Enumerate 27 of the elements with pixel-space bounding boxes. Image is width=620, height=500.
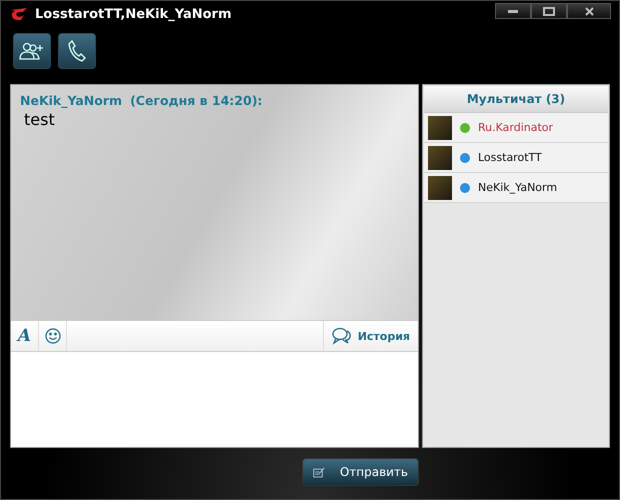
smiley-icon	[44, 328, 60, 344]
minimize-button[interactable]	[495, 3, 531, 19]
close-button[interactable]	[567, 3, 611, 19]
avatar-placeholder	[428, 176, 452, 200]
send-button[interactable]: Отправить	[302, 458, 419, 486]
avatar-placeholder	[428, 146, 452, 170]
member-name[interactable]: Ru.Kardinator	[478, 121, 554, 134]
maximize-button[interactable]	[531, 3, 567, 19]
font-button[interactable]: A	[11, 321, 39, 351]
message-author: NeKik_YaNorm	[20, 93, 122, 108]
phone-icon	[68, 40, 86, 62]
app-logo-icon	[9, 7, 29, 21]
message-time: (Сегодня в 14:20):	[130, 93, 262, 108]
add-people-icon	[19, 41, 45, 61]
speech-bubbles-icon	[332, 327, 352, 345]
close-icon	[584, 6, 594, 16]
history-button[interactable]: История	[322, 321, 418, 351]
avatar-placeholder	[428, 116, 452, 140]
minimize-icon	[508, 9, 518, 13]
window-title: LosstarotTT,NeKik_YaNorm	[35, 6, 232, 22]
member-name[interactable]: NeKik_YaNorm	[478, 181, 558, 194]
message-text: test	[24, 110, 56, 129]
members-header: Мультичат (3)	[424, 86, 608, 113]
add-contact-button[interactable]	[13, 33, 51, 69]
maximize-icon	[543, 6, 555, 16]
call-button[interactable]	[58, 33, 96, 69]
member-name[interactable]: LosstarotTT	[478, 151, 542, 164]
